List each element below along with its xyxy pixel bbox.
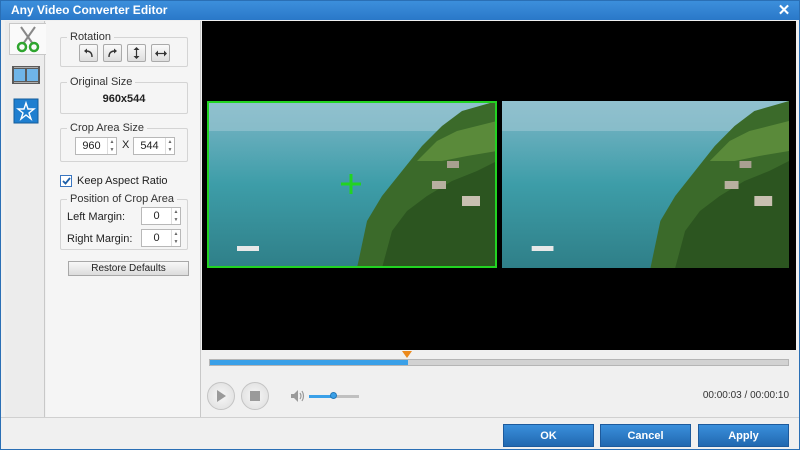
crop-area-label: Crop Area Size [67,122,147,134]
left-margin-value: 0 [153,210,160,222]
flip-vertical-button[interactable] [127,44,146,62]
restore-defaults-button[interactable]: Restore Defaults [68,261,189,276]
seek-bar-progress [210,360,408,365]
original-size-label: Original Size [67,76,136,88]
window-title: Any Video Converter Editor [11,3,168,17]
trim-tool-button[interactable] [9,59,43,91]
ok-button[interactable]: OK [503,424,594,447]
cancel-button[interactable]: Cancel [600,424,691,447]
volume-knob[interactable] [330,392,337,399]
crop-position-label: Position of Crop Area [67,193,177,205]
crop-settings-panel: Rotation Original Size 960x544 Crop Area… [46,21,201,417]
seek-bar[interactable] [209,359,789,366]
video-preview [202,21,796,350]
rotate-left-icon [84,48,93,57]
stop-icon [250,391,260,401]
crop-height-value: 544 [140,140,159,152]
crosshair-icon[interactable] [340,173,362,195]
play-button[interactable] [207,382,235,410]
flip-horizontal-icon [154,50,167,56]
checkbox-box[interactable] [60,175,72,187]
flip-vertical-icon [133,47,140,59]
time-display: 00:00:03 / 00:00:10 [702,390,789,401]
playhead-marker-icon[interactable] [402,351,413,358]
crop-height-stepper[interactable]: 544 ▲ ▼ [133,137,175,155]
output-video-frame [502,101,789,268]
original-size-value: 960x544 [102,93,146,105]
apply-button[interactable]: Apply [698,424,789,447]
source-video-frame[interactable] [207,101,497,268]
crop-tool-button[interactable] [9,23,46,55]
dialog-button-bar: OK Cancel Apply [1,417,799,449]
right-margin-value: 0 [153,232,160,244]
keep-aspect-ratio-label: Keep Aspect Ratio [77,175,168,187]
right-margin-stepper[interactable]: 0 ▲ ▼ [141,229,181,247]
rotation-label: Rotation [67,31,114,43]
scissors-icon [16,26,40,53]
playback-controls: 00:00:03 / 00:00:10 [202,350,796,417]
close-button[interactable]: ✕ [775,1,793,20]
star-icon [13,98,39,124]
stop-button[interactable] [241,382,269,410]
original-size-group: Original Size 960x544 [60,76,188,114]
stepper-arrows-icon[interactable]: ▲ ▼ [107,138,116,154]
film-icon [12,66,40,84]
play-icon [217,390,226,402]
stepper-arrows-icon[interactable]: ▲ ▼ [171,208,180,224]
flip-horizontal-button[interactable] [151,44,170,62]
left-margin-stepper[interactable]: 0 ▲ ▼ [141,207,181,225]
stepper-arrows-icon[interactable]: ▲ ▼ [165,138,174,154]
keep-aspect-ratio-checkbox[interactable]: Keep Aspect Ratio [60,175,168,187]
stepper-arrows-icon[interactable]: ▲ ▼ [171,230,180,246]
volume-icon[interactable] [290,389,305,403]
rotate-right-button[interactable] [103,44,122,62]
rotate-left-button[interactable] [79,44,98,62]
crop-size-separator: X [122,139,130,151]
right-margin-label: Right Margin: [67,233,133,245]
left-margin-label: Left Margin: [67,211,126,223]
crop-width-stepper[interactable]: 960 ▲ ▼ [75,137,117,155]
crop-position-group: Position of Crop Area Left Margin: 0 ▲ ▼ … [60,193,188,250]
tool-strip [5,21,46,417]
checkmark-icon [61,177,71,185]
effect-tool-button[interactable] [9,95,43,127]
editor-window: Any Video Converter Editor ✕ Rotation Or… [0,0,800,450]
rotate-right-icon [108,48,117,57]
crop-width-value: 960 [82,140,101,152]
title-bar: Any Video Converter Editor ✕ [1,1,799,20]
rotation-group: Rotation [60,31,188,67]
crop-area-group: Crop Area Size 960 ▲ ▼ X 544 ▲ ▼ [60,122,188,162]
volume-slider[interactable] [309,392,359,399]
video-frame-image [502,101,789,268]
